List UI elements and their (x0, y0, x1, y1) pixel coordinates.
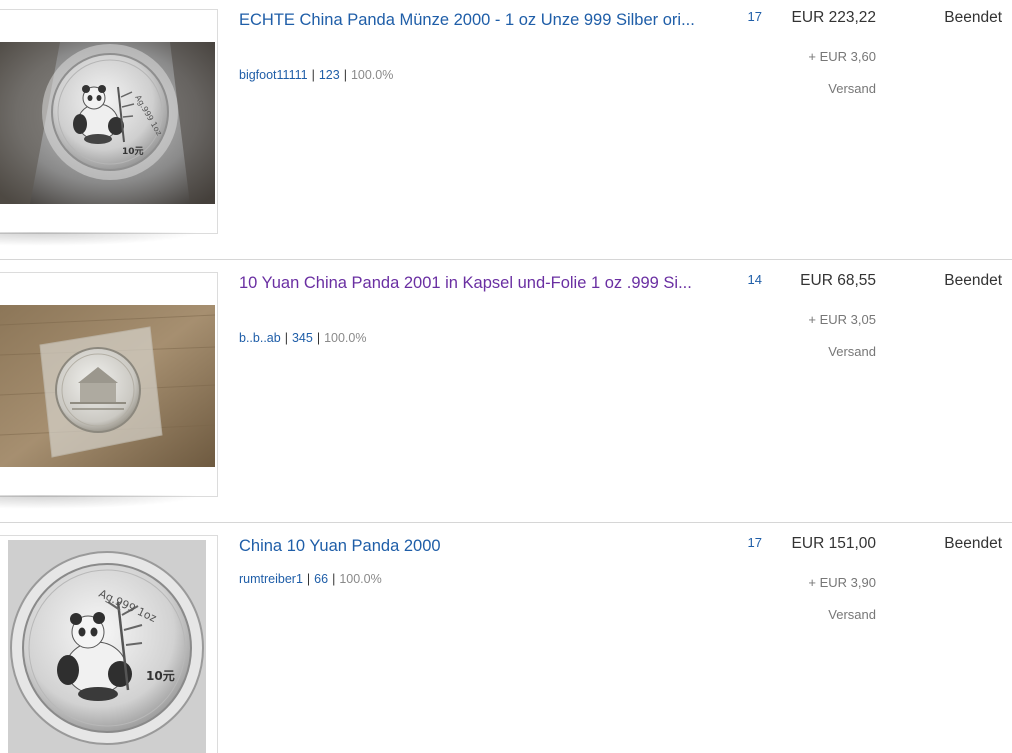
listing-row: 10 Yuan China Panda 2001 in Kapsel und-F… (0, 263, 1012, 526)
separator: | (316, 331, 321, 345)
coin-photo[interactable]: Ag.999 1oz 10元 (0, 42, 215, 204)
listing-row: Ag.999 1oz 10元 China 10 Yuan Panda 2000 … (0, 526, 1012, 753)
feedback-count-link[interactable]: 66 (314, 572, 328, 586)
feedback-count-link[interactable]: 123 (319, 68, 340, 82)
row-divider (0, 522, 1012, 523)
seller-info: bigfoot11111 | 123 | 100.0% (239, 68, 393, 82)
listing-thumbnail[interactable] (0, 272, 218, 497)
listing-title-link[interactable]: China 10 Yuan Panda 2000 (239, 535, 714, 558)
price: EUR 223,22 (791, 9, 876, 26)
seller-name-link[interactable]: b..b..ab (239, 331, 281, 345)
status-text: Beendet (944, 9, 1002, 26)
feedback-percent: 100.0% (339, 572, 382, 586)
coin-denomination: 10元 (146, 669, 175, 683)
listing-row: Ag.999 1oz 10元 ECHTE China Panda Münze 2… (0, 0, 1012, 263)
row-divider (0, 259, 1012, 260)
status-text: Beendet (944, 535, 1002, 552)
feedback-percent: 100.0% (350, 68, 394, 82)
seller-name-link[interactable]: rumtreiber1 (239, 572, 303, 586)
separator: | (332, 572, 336, 586)
bid-count-link[interactable]: 17 (700, 9, 762, 24)
separator: | (306, 572, 311, 586)
coin-photo[interactable]: Ag.999 1oz 10元 (8, 540, 206, 753)
shipping-label: Versand (828, 344, 876, 359)
shipping-info: + EUR 3,60 Versand (760, 41, 876, 105)
bid-count-link[interactable]: 14 (700, 272, 762, 287)
listing-thumbnail[interactable]: Ag.999 1oz 10元 (0, 9, 218, 234)
seller-name-link[interactable]: bigfoot11111 (239, 68, 308, 82)
seller-info: b..b..ab | 345 | 100.0% (239, 331, 366, 345)
shipping-cost: + EUR 3,05 (808, 312, 876, 327)
status-text: Beendet (944, 272, 1002, 289)
coin-photo[interactable] (0, 305, 215, 467)
price: EUR 68,55 (800, 272, 876, 289)
thumbnail-shadow (0, 232, 200, 246)
seller-info: rumtreiber1 | 66 | 100.0% (239, 572, 382, 586)
shipping-label: Versand (828, 81, 876, 96)
separator: | (311, 68, 315, 82)
shipping-label: Versand (828, 607, 876, 622)
listing-title-link[interactable]: ECHTE China Panda Münze 2000 - 1 oz Unze… (239, 9, 714, 32)
coin-denomination: 10元 (122, 146, 144, 157)
price: EUR 151,00 (791, 535, 876, 552)
shipping-info: + EUR 3,05 Versand (760, 304, 876, 368)
feedback-count-link[interactable]: 345 (292, 331, 313, 345)
bid-count-link[interactable]: 17 (700, 535, 762, 550)
shipping-cost: + EUR 3,90 (808, 575, 876, 590)
thumbnail-shadow (0, 495, 200, 509)
shipping-info: + EUR 3,90 Versand (760, 567, 876, 631)
search-results-list: Ag.999 1oz 10元 ECHTE China Panda Münze 2… (0, 0, 1012, 753)
shipping-cost: + EUR 3,60 (808, 49, 876, 64)
separator: | (343, 68, 347, 82)
separator: | (284, 331, 288, 345)
listing-title-link[interactable]: 10 Yuan China Panda 2001 in Kapsel und-F… (239, 272, 714, 295)
feedback-percent: 100.0% (324, 331, 367, 345)
listing-thumbnail[interactable]: Ag.999 1oz 10元 (0, 535, 218, 753)
